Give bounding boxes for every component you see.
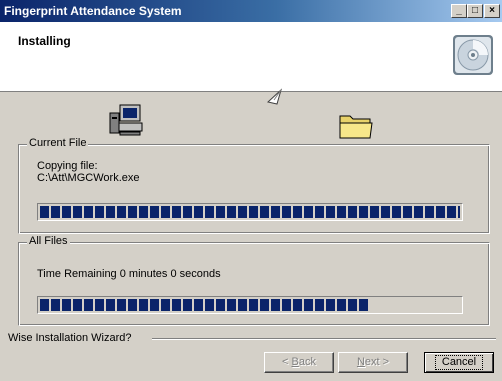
window-title: Fingerprint Attendance System — [4, 4, 182, 18]
current-file-path: C:\Att\MGCWork.exe — [37, 172, 140, 184]
current-file-group: Current File Copying file: C:\Att\MGCWor… — [18, 137, 490, 234]
back-accel: B — [291, 356, 299, 368]
next-button[interactable]: Next > — [338, 352, 408, 373]
back-rest: ack — [298, 356, 316, 368]
maximize-icon: □ — [471, 5, 479, 16]
wise-brand-label: Wise Installation Wizard? — [8, 332, 132, 344]
all-files-legend: All Files — [27, 235, 70, 247]
computer-icon — [109, 104, 143, 136]
next-accel: N — [356, 356, 365, 368]
back-button[interactable]: < Back — [264, 352, 334, 373]
folder-icon — [339, 115, 373, 139]
next-rest: ext > — [364, 356, 390, 368]
wizard-header: Installing — [0, 22, 502, 92]
title-bar: Fingerprint Attendance System _ □ × — [0, 0, 502, 22]
all-files-progress-fill — [40, 299, 368, 311]
current-file-progress-fill — [40, 206, 460, 218]
current-file-progress — [37, 203, 463, 221]
back-prefix: < — [282, 356, 292, 368]
copying-label: Copying file: — [37, 160, 98, 172]
all-files-group: All Files Time Remaining 0 minutes 0 sec… — [18, 235, 490, 326]
minimize-button[interactable]: _ — [451, 4, 467, 18]
all-files-progress — [37, 296, 463, 314]
cancel-button[interactable]: Cancel — [424, 352, 494, 373]
close-button[interactable]: × — [484, 4, 500, 18]
minimize-icon: _ — [456, 5, 462, 16]
current-file-legend: Current File — [27, 137, 89, 149]
close-icon: × — [489, 5, 495, 16]
cd-icon — [453, 35, 493, 75]
maximize-button[interactable]: □ — [467, 4, 483, 18]
footer-divider — [152, 338, 496, 340]
page-title: Installing — [18, 34, 71, 48]
paper-plane-icon — [266, 88, 282, 105]
time-remaining: Time Remaining 0 minutes 0 seconds — [37, 268, 221, 280]
cancel-label: Cancel — [434, 355, 484, 370]
